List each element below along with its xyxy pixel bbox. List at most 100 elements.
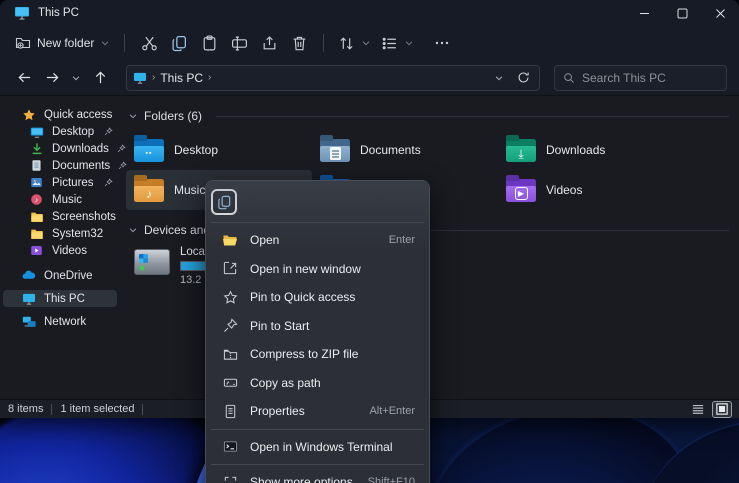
forward-button[interactable] xyxy=(40,66,64,90)
sidebar-item-desktop[interactable]: Desktop xyxy=(3,123,117,140)
sidebar-item-music[interactable]: ♪ Music xyxy=(3,191,117,208)
context-menu: Open Enter Open in new window Pin to Qui… xyxy=(205,180,430,483)
menu-item-pin-to-start[interactable]: Pin to Start xyxy=(210,312,425,341)
chevron-collapse-icon xyxy=(128,225,138,235)
toolbar-divider xyxy=(323,34,324,52)
minimize-button[interactable] xyxy=(625,0,663,26)
view-button[interactable] xyxy=(376,29,419,57)
address-dropdown-chevron-icon[interactable] xyxy=(490,68,508,88)
documents-icon xyxy=(29,158,44,173)
properties-icon xyxy=(222,403,238,419)
terminal-icon xyxy=(222,439,238,455)
rename-button[interactable] xyxy=(224,29,254,57)
copy-path-icon xyxy=(222,375,238,391)
items-count: 8 items xyxy=(8,403,43,415)
section-divider xyxy=(216,116,729,117)
menu-item-open-in-new-window[interactable]: Open in new window xyxy=(210,255,425,284)
star-outline-icon xyxy=(222,289,238,305)
folder-tile-videos[interactable]: ▶ Videos xyxy=(498,170,684,210)
menu-item-compress-to-zip[interactable]: Compress to ZIP file xyxy=(210,340,425,369)
pin-icon xyxy=(222,318,238,334)
command-toolbar: New folder xyxy=(0,26,739,60)
chevron-down-icon xyxy=(100,38,110,48)
details-view-button[interactable] xyxy=(689,402,707,417)
sidebar-item-quick-access[interactable]: Quick access xyxy=(3,106,117,123)
recent-locations-chevron-icon[interactable] xyxy=(68,66,84,90)
new-folder-label: New folder xyxy=(37,36,94,50)
this-pc-monitor-icon xyxy=(133,72,147,84)
desktop-folder-icon xyxy=(29,124,44,139)
downloads-folder-icon: ⤓ xyxy=(506,139,536,162)
menu-item-properties[interactable]: Properties Alt+Enter xyxy=(210,397,425,426)
copy-icon[interactable] xyxy=(211,189,237,215)
large-icons-view-button[interactable] xyxy=(713,402,731,417)
sidebar-item-videos[interactable]: Videos xyxy=(3,242,117,259)
menu-item-open[interactable]: Open Enter xyxy=(210,226,425,255)
refresh-button[interactable] xyxy=(513,68,533,88)
new-folder-button[interactable]: New folder xyxy=(10,29,115,57)
context-menu-icon-bar xyxy=(210,185,425,219)
folder-icon xyxy=(29,226,44,241)
title-bar[interactable]: This PC xyxy=(0,0,739,26)
pictures-icon xyxy=(29,175,44,190)
back-button[interactable] xyxy=(12,66,36,90)
onedrive-cloud-icon xyxy=(21,268,36,283)
music-folder-icon: ♪ xyxy=(134,179,164,202)
navigation-pane: Quick access Desktop Downloads Documents xyxy=(0,96,120,399)
sidebar-item-screenshots[interactable]: Screenshots xyxy=(3,208,117,225)
address-breadcrumb[interactable]: › This PC › xyxy=(126,65,540,91)
sidebar-item-pictures[interactable]: Pictures xyxy=(3,174,117,191)
search-box[interactable] xyxy=(554,65,727,91)
svg-text:♪: ♪ xyxy=(35,197,38,204)
folder-icon xyxy=(29,209,44,224)
menu-separator xyxy=(211,222,424,223)
sort-button[interactable] xyxy=(333,29,376,57)
open-new-window-icon xyxy=(222,261,238,277)
star-icon xyxy=(21,107,36,122)
cut-button[interactable] xyxy=(134,29,164,57)
music-icon: ♪ xyxy=(29,192,44,207)
folder-tile-desktop[interactable]: ▪▪ Desktop xyxy=(126,130,312,170)
videos-icon xyxy=(29,243,44,258)
toolbar-divider xyxy=(124,34,125,52)
sidebar-item-this-pc[interactable]: This PC xyxy=(3,290,117,307)
breadcrumb-chevron-icon: › xyxy=(152,72,155,83)
breadcrumb-chevron-icon[interactable]: › xyxy=(208,72,211,83)
sidebar-item-documents[interactable]: Documents xyxy=(3,157,117,174)
sidebar-item-downloads[interactable]: Downloads xyxy=(3,140,117,157)
maximize-button[interactable] xyxy=(663,0,701,26)
paste-button[interactable] xyxy=(194,29,224,57)
see-more-button[interactable] xyxy=(427,29,457,57)
menu-item-show-more-options[interactable]: Show more options Shift+F10 xyxy=(210,468,425,483)
search-input[interactable] xyxy=(582,71,718,85)
status-divider xyxy=(51,404,52,415)
menu-item-pin-to-quick-access[interactable]: Pin to Quick access xyxy=(210,283,425,312)
up-button[interactable] xyxy=(88,66,112,90)
search-icon xyxy=(563,72,575,84)
delete-button[interactable] xyxy=(284,29,314,57)
folder-tile-downloads[interactable]: ⤓ Downloads xyxy=(498,130,684,170)
folders-section-header[interactable]: Folders (6) xyxy=(126,106,739,126)
network-icon xyxy=(21,314,36,329)
breadcrumb-item[interactable]: This PC xyxy=(160,71,203,85)
sidebar-item-system32[interactable]: System32 xyxy=(3,225,117,242)
menu-item-copy-as-path[interactable]: Copy as path xyxy=(210,369,425,398)
chevron-down-icon xyxy=(361,38,371,48)
address-bar-row: › This PC › xyxy=(0,60,739,96)
chevron-down-icon xyxy=(404,38,414,48)
status-divider xyxy=(142,404,143,415)
menu-item-open-in-windows-terminal[interactable]: Open in Windows Terminal xyxy=(210,433,425,462)
share-button[interactable] xyxy=(254,29,284,57)
videos-folder-icon: ▶ xyxy=(506,179,536,202)
close-button[interactable] xyxy=(701,0,739,26)
folder-open-icon xyxy=(222,232,238,248)
menu-separator xyxy=(211,429,424,430)
selection-count: 1 item selected xyxy=(60,403,134,415)
chevron-collapse-icon xyxy=(128,111,138,121)
sidebar-item-onedrive[interactable]: OneDrive xyxy=(3,267,117,284)
windows-logo-icon xyxy=(139,254,148,263)
folder-tile-documents[interactable]: Documents xyxy=(312,130,498,170)
monitor-icon xyxy=(21,291,36,306)
copy-button[interactable] xyxy=(164,29,194,57)
sidebar-item-network[interactable]: Network xyxy=(3,313,117,330)
